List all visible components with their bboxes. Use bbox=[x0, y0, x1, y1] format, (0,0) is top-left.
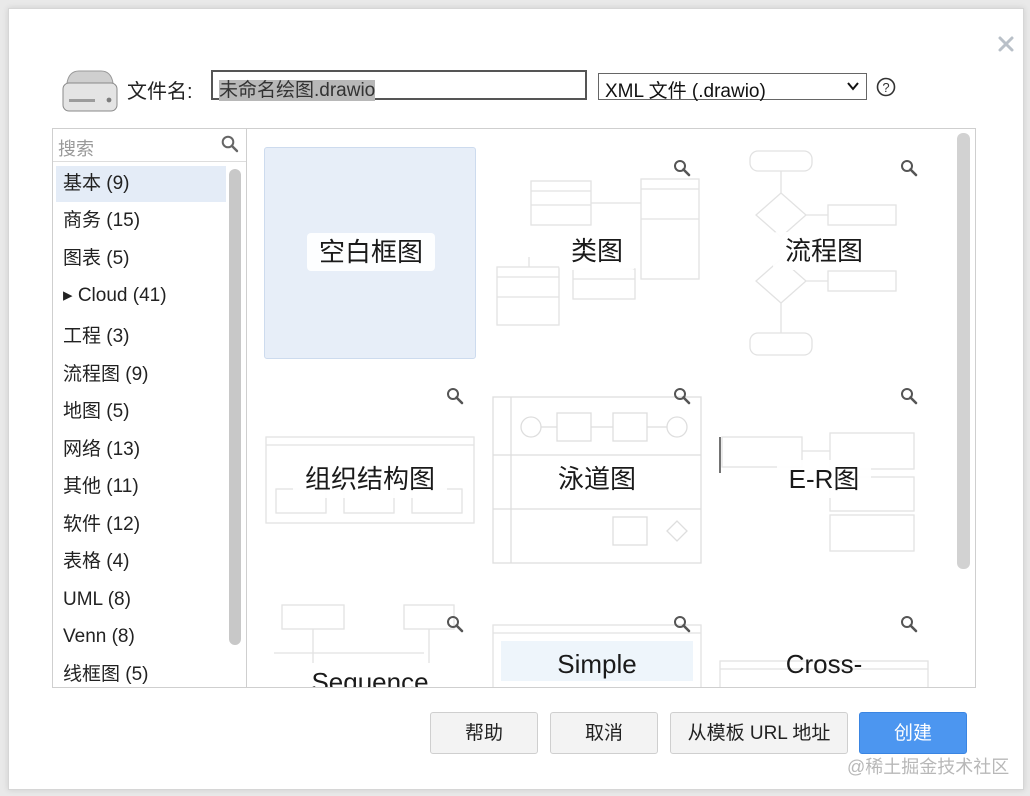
template-label: 空白框图 bbox=[306, 233, 435, 271]
template-label: 组织结构图 bbox=[292, 460, 447, 498]
close-icon[interactable] bbox=[997, 35, 1015, 53]
template-org-chart[interactable]: 组织结构图 bbox=[264, 375, 476, 587]
category-item-uml[interactable]: UML (8) bbox=[56, 582, 226, 618]
filetype-value: XML 文件 (.drawio) bbox=[605, 81, 766, 102]
template-label: Sequence bbox=[299, 663, 441, 687]
filename-value: 未命名绘图.drawio bbox=[219, 80, 376, 101]
template-sequence[interactable]: Sequence bbox=[264, 603, 476, 687]
filetype-select[interactable]: XML 文件 (.drawio) bbox=[598, 73, 867, 102]
category-item-flowchart[interactable]: 流程图 (9) bbox=[56, 357, 226, 393]
template-scrollbar[interactable] bbox=[957, 133, 970, 569]
category-item-venn[interactable]: Venn (8) bbox=[56, 619, 226, 655]
sidebar-scrollbar[interactable] bbox=[229, 169, 241, 645]
zoom-icon[interactable] bbox=[446, 387, 464, 405]
watermark: @稀土掘金技术社区 bbox=[847, 757, 1010, 777]
category-item-charts[interactable]: 图表 (5) bbox=[56, 241, 226, 277]
zoom-icon[interactable] bbox=[673, 615, 691, 633]
zoom-icon[interactable] bbox=[673, 159, 691, 177]
drive-icon bbox=[62, 70, 118, 112]
category-item-basic[interactable]: 基本 (9) bbox=[56, 166, 226, 202]
help-button[interactable]: 帮助 bbox=[430, 712, 538, 754]
category-item-engineering[interactable]: 工程 (3) bbox=[56, 319, 226, 355]
new-diagram-dialog: 文件名: 未命名绘图.drawio XML 文件 (.drawio) ? 搜索 … bbox=[8, 8, 1024, 790]
template-label: 类图 bbox=[558, 232, 635, 270]
category-item-other[interactable]: 其他 (11) bbox=[56, 469, 226, 505]
chevron-down-icon bbox=[847, 82, 859, 91]
search-input[interactable]: 搜索 bbox=[58, 135, 94, 161]
zoom-icon[interactable] bbox=[446, 615, 464, 633]
template-blank[interactable]: 空白框图 bbox=[264, 147, 476, 359]
create-button[interactable]: 创建 bbox=[859, 712, 967, 754]
from-template-url-button[interactable]: 从模板 URL 地址 bbox=[670, 712, 848, 754]
template-er-diagram[interactable]: E-R图 bbox=[718, 375, 930, 587]
template-class-diagram[interactable]: 类图 bbox=[491, 147, 703, 359]
zoom-icon[interactable] bbox=[673, 387, 691, 405]
template-label: E-R图 bbox=[776, 460, 872, 498]
cancel-button[interactable]: 取消 bbox=[550, 712, 658, 754]
zoom-icon[interactable] bbox=[900, 387, 918, 405]
help-icon[interactable]: ? bbox=[876, 77, 896, 97]
search-icon[interactable] bbox=[221, 135, 239, 153]
filename-label: 文件名: bbox=[127, 81, 193, 103]
template-label: 泳道图 bbox=[545, 460, 648, 498]
template-simple[interactable]: Simple bbox=[491, 603, 703, 687]
category-item-cloud[interactable]: ▸ Cloud (41) bbox=[56, 278, 226, 314]
category-sidebar: 搜索 基本 (9) 商务 (15) 图表 (5) ▸ Cloud (41) 工程… bbox=[52, 128, 247, 688]
category-item-software[interactable]: 软件 (12) bbox=[56, 507, 226, 543]
svg-text:?: ? bbox=[882, 80, 889, 95]
template-label: Simple bbox=[557, 649, 637, 679]
template-label: Cross- bbox=[785, 649, 863, 679]
category-item-maps[interactable]: 地图 (5) bbox=[56, 394, 226, 430]
template-flowchart[interactable]: 流程图 bbox=[718, 147, 930, 359]
zoom-icon[interactable] bbox=[900, 159, 918, 177]
category-item-wireframes[interactable]: 线框图 (5) bbox=[56, 657, 226, 687]
template-swimlane[interactable]: 泳道图 bbox=[491, 375, 703, 587]
category-item-tables[interactable]: 表格 (4) bbox=[56, 544, 226, 580]
template-label: 流程图 bbox=[772, 232, 875, 270]
template-grid: 空白框图 类图 流程图 组织结构图 泳道图 E-R图 Sequence Simp… bbox=[247, 128, 976, 688]
filename-input[interactable]: 未命名绘图.drawio bbox=[211, 70, 587, 101]
category-item-business[interactable]: 商务 (15) bbox=[56, 203, 226, 239]
template-cross-functional[interactable]: Cross- bbox=[718, 603, 930, 687]
zoom-icon[interactable] bbox=[900, 615, 918, 633]
search-box[interactable]: 搜索 bbox=[53, 129, 246, 162]
category-item-network[interactable]: 网络 (13) bbox=[56, 432, 226, 468]
